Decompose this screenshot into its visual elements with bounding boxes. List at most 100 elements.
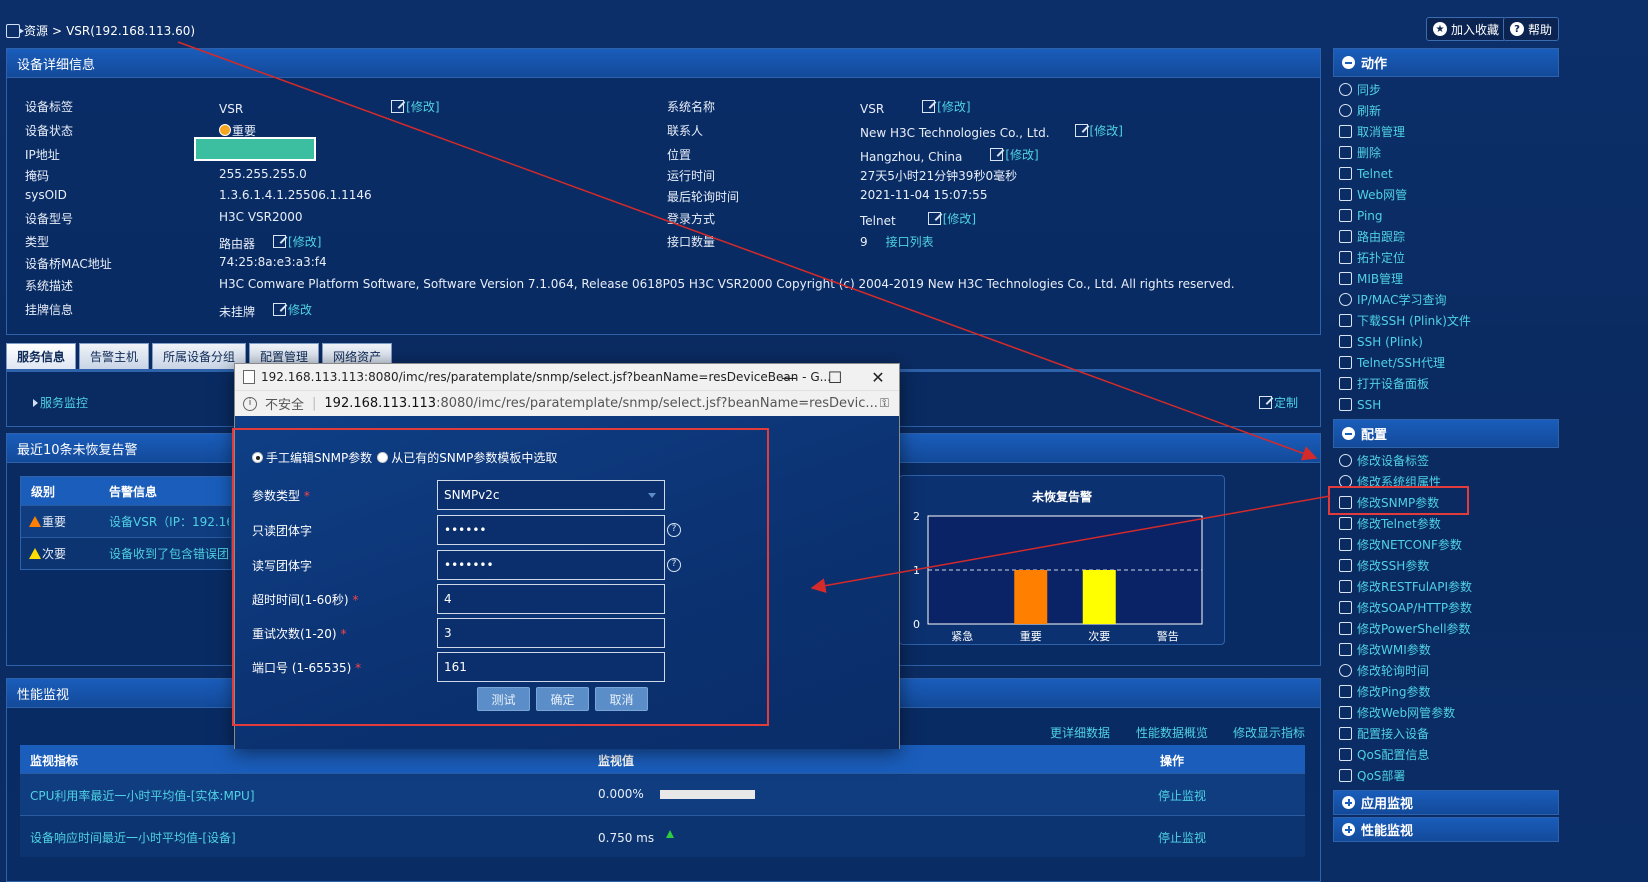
edit-metrics-link[interactable]: 修改显示指标 — [1233, 724, 1305, 741]
stop-monitor-link[interactable]: 停止监视 — [1158, 787, 1206, 804]
alarm-chart: 未恢复告警 0 1 2 紧急 重要 次要 警告 — [899, 475, 1225, 645]
config-item-6[interactable]: 修改RESTFulAPI参数 — [1333, 576, 1559, 597]
detail-value-text: VSR — [860, 102, 885, 116]
detail-value: 2021-11-04 15:07:55 — [860, 188, 987, 202]
trend-up-icon — [666, 830, 674, 838]
config-section-header[interactable]: 配置 — [1333, 419, 1559, 448]
detail-value-text: 重要 — [232, 124, 257, 138]
config-item-11[interactable]: 修改Ping参数 — [1333, 681, 1559, 702]
metric-link[interactable]: 设备响应时间最近一小时平均值-[设备] — [30, 829, 236, 846]
actions-item-1[interactable]: 刷新 — [1333, 100, 1559, 121]
edit-link[interactable]: [修改] — [273, 233, 321, 250]
perf-monitor-header[interactable]: 性能监视 — [1333, 817, 1559, 842]
config-item-5[interactable]: 修改SSH参数 — [1333, 555, 1559, 576]
config-item-label: 修改Telnet参数 — [1357, 517, 1441, 531]
metric-link[interactable]: CPU利用率最近一小时平均值-[实体:MPU] — [30, 787, 255, 804]
col-metric: 监视指标 — [30, 754, 79, 768]
config-item-15[interactable]: QoS部署 — [1333, 765, 1559, 786]
expand-icon — [1342, 796, 1355, 809]
alarm-info-link[interactable]: 设备收到了包含错误团体 — [109, 545, 229, 562]
help-button[interactable]: ? 帮助 — [1503, 17, 1560, 41]
tab-0[interactable]: 服务信息 — [6, 343, 77, 369]
config-item-label: 修改NETCONF参数 — [1357, 538, 1462, 552]
actions-item-10[interactable]: IP/MAC学习查询 — [1333, 289, 1559, 310]
actions-item-14[interactable]: 打开设备面板 — [1333, 373, 1559, 394]
actions-item-3[interactable]: 删除 — [1333, 142, 1559, 163]
detail-value: Hangzhou, China [修改] — [860, 146, 1039, 164]
config-item-10[interactable]: 修改轮询时间 — [1333, 660, 1559, 681]
config-item-12[interactable]: 修改Web网管参数 — [1333, 702, 1559, 723]
table-row: 设备响应时间最近一小时平均值-[设备] 0.750 ms 停止监视 — [20, 815, 1305, 857]
add-favorite-button[interactable]: ★ 加入收藏 — [1426, 17, 1507, 41]
config-item-0[interactable]: 修改设备标签 — [1333, 450, 1559, 471]
plate-edit-link[interactable]: 修改 — [273, 301, 312, 318]
y-tick-label: 0 — [913, 618, 920, 631]
config-item-4[interactable]: 修改NETCONF参数 — [1333, 534, 1559, 555]
actions-item-label: SSH (Plink) — [1357, 334, 1423, 349]
actions-item-12[interactable]: SSH (Plink) — [1333, 331, 1559, 352]
config-item-label: 修改设备标签 — [1357, 454, 1430, 468]
device-detail-panel: 设备详细信息 设备标签 VSR [修改] 设备状态 重要 IP地址 掩码 255.255.25… — [6, 48, 1321, 335]
actions-item-label: 刷新 — [1357, 104, 1382, 118]
device-detail-title: 设备详细信息 — [7, 49, 1320, 78]
actions-item-icon — [1339, 125, 1352, 138]
plate-edit-label: 修改 — [288, 303, 313, 317]
detail-value-text: 74:25:8a:e3:a3:f4 — [219, 255, 327, 269]
detail-label: 系统名称 — [667, 100, 716, 114]
interface-list-link[interactable]: 接口列表 — [886, 235, 934, 249]
app-monitor-header[interactable]: 应用监视 — [1333, 790, 1559, 815]
service-monitor-link[interactable]: 服务监控 — [40, 394, 88, 411]
actions-item-0[interactable]: 同步 — [1333, 79, 1559, 100]
breadcrumb-root[interactable]: 资源 — [24, 22, 48, 39]
config-item-14[interactable]: QoS配置信息 — [1333, 744, 1559, 765]
minimize-button[interactable]: — — [766, 364, 812, 390]
actions-item-9[interactable]: MIB管理 — [1333, 268, 1559, 289]
config-item-icon — [1339, 517, 1352, 530]
config-item-label: 修改SSH参数 — [1357, 559, 1430, 573]
actions-item-8[interactable]: 拓扑定位 — [1333, 247, 1559, 268]
config-item-8[interactable]: 修改PowerShell参数 — [1333, 618, 1559, 639]
edit-link[interactable]: [修改] — [927, 210, 977, 227]
actions-item-5[interactable]: Web网管 — [1333, 184, 1559, 205]
edit-label: [修改] — [942, 212, 977, 226]
maximize-button[interactable]: ☐ — [812, 364, 858, 390]
detail-value-text: New H3C Technologies Co., Ltd. — [860, 126, 1050, 140]
config-item-label: 配置接入设备 — [1357, 727, 1430, 741]
actions-item-icon — [1339, 230, 1352, 243]
more-data-link[interactable]: 更详细数据 — [1050, 724, 1110, 741]
edit-link[interactable]: [修改] — [391, 98, 440, 115]
actions-section-header[interactable]: 动作 — [1333, 48, 1559, 77]
actions-item-11[interactable]: 下载SSH (Plink)文件 — [1333, 310, 1559, 331]
actions-item-6[interactable]: Ping — [1333, 205, 1559, 226]
actions-item-13[interactable]: Telnet/SSH代理 — [1333, 352, 1559, 373]
close-button[interactable]: ✕ — [855, 364, 901, 390]
config-item-13[interactable]: 配置接入设备 — [1333, 723, 1559, 744]
custom-link[interactable]: 定制 — [1259, 394, 1298, 411]
edit-link[interactable]: [修改] — [922, 98, 971, 115]
actions-item-icon — [1339, 293, 1352, 306]
popup-address-bar[interactable]: i 不安全 | 192.168.113.113 :8080/imc/res/pa… — [235, 390, 899, 416]
edit-link[interactable]: [修改] — [1074, 122, 1123, 139]
actions-item-2[interactable]: 取消管理 — [1333, 121, 1559, 142]
chart-bar[interactable] — [1082, 570, 1116, 624]
actions-item-7[interactable]: 路由跟踪 — [1333, 226, 1559, 247]
metric-value: 0.000% — [598, 787, 644, 801]
actions-item-icon — [1339, 335, 1352, 348]
perf-overview-link[interactable]: 性能数据概览 — [1136, 724, 1208, 741]
actions-item-4[interactable]: Telnet — [1333, 163, 1559, 184]
edit-link[interactable]: [修改] — [990, 146, 1039, 163]
tab-1[interactable]: 告警主机 — [79, 343, 150, 369]
tab-2[interactable]: 所属设备分组 — [152, 343, 247, 369]
detail-value: 未挂牌 修改 — [219, 301, 312, 320]
chart-bar[interactable] — [1014, 570, 1048, 624]
config-item-3[interactable]: 修改Telnet参数 — [1333, 513, 1559, 534]
config-item-7[interactable]: 修改SOAP/HTTP参数 — [1333, 597, 1559, 618]
col-action: 操作 — [1160, 754, 1185, 768]
actions-list: 同步刷新取消管理删除 Telnet Web网管 Ping 路由跟踪 拓扑定位 MIB管理 IP… — [1333, 77, 1559, 415]
detail-value-text: 27天5小时21分钟39秒0毫秒 — [860, 169, 1018, 183]
alarm-info-link[interactable]: 设备VSR（IP：192.168. — [109, 513, 229, 530]
actions-item-label: 删除 — [1357, 146, 1382, 160]
config-item-9[interactable]: 修改WMI参数 — [1333, 639, 1559, 660]
stop-monitor-link[interactable]: 停止监视 — [1158, 829, 1206, 846]
actions-item-15[interactable]: SSH — [1333, 394, 1559, 415]
